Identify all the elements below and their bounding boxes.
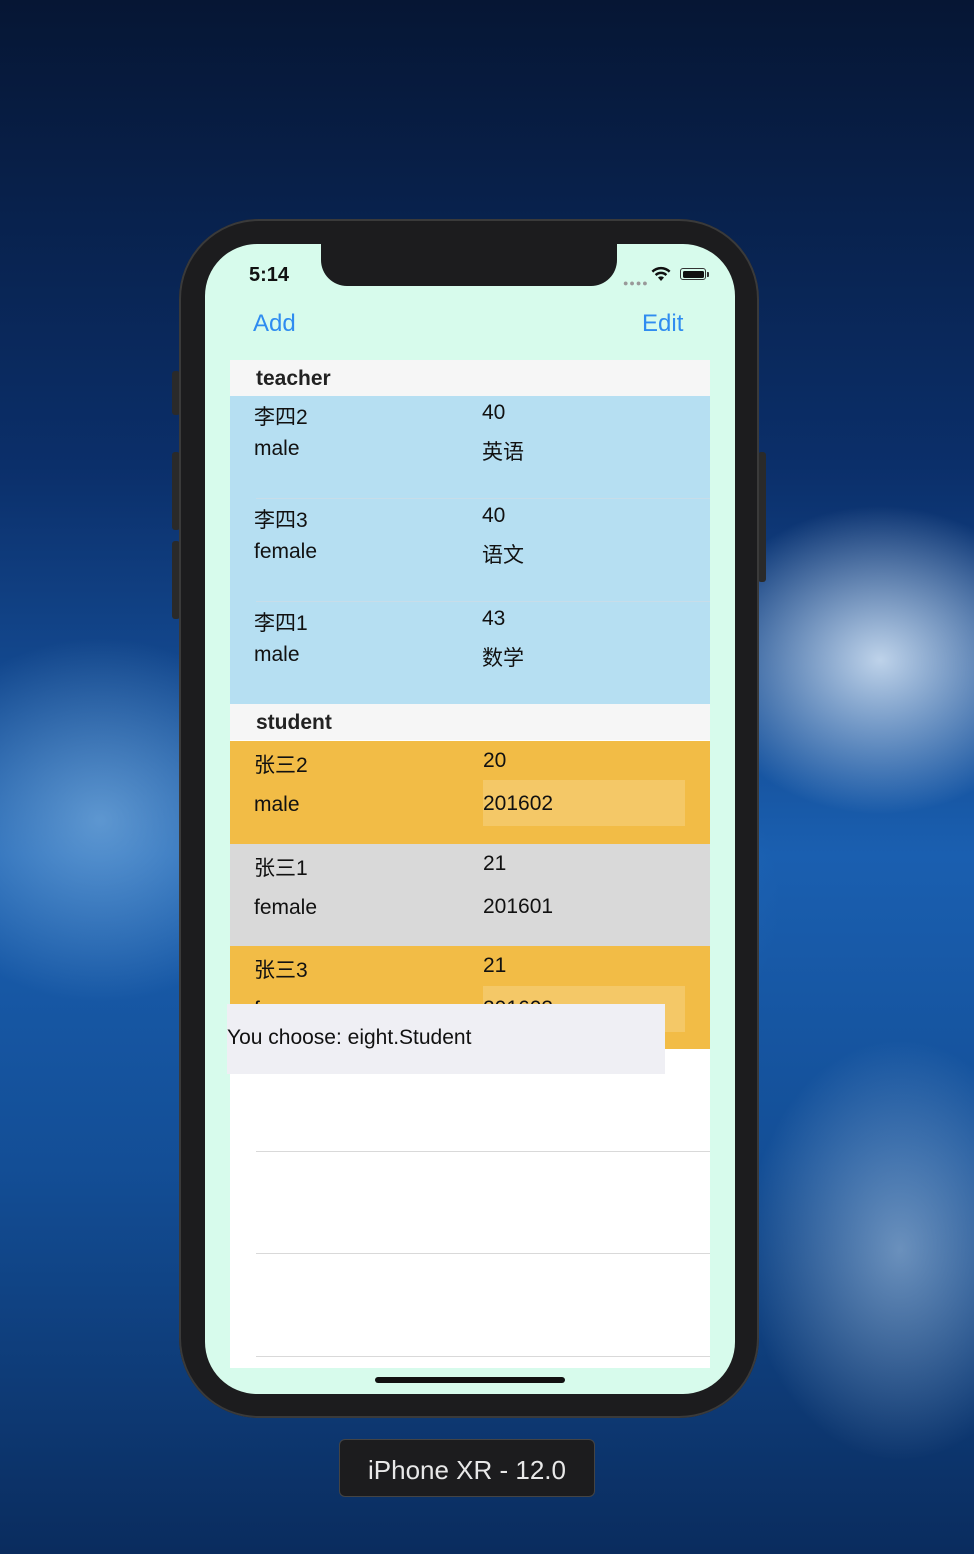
name-label: 李四1 [254,612,308,635]
section-title: teacher [256,367,331,390]
age-label: 43 [482,607,506,630]
name-label: 张三1 [254,857,308,880]
table-row[interactable]: 张三2 20 male 201602 [230,741,710,844]
gender-label: female [254,540,318,563]
age-label: 40 [482,401,506,424]
name-label: 李四3 [254,509,308,532]
section-title: student [256,711,332,734]
app-screen: 5:14 ●●●● Add Edit teacher 李四2 40 male 英… [205,244,735,1394]
table-view[interactable]: teacher 李四2 40 male 英语 李四3 40 female 语文 … [230,360,710,1368]
name-label: 李四2 [254,406,308,429]
name-label: 张三3 [254,959,308,982]
gender-label: male [254,437,300,460]
subject-label: 语文 [482,544,524,567]
table-row[interactable]: 李四1 43 male 数学 [230,602,710,705]
subject-label: 英语 [482,441,524,464]
section-header-student: student [230,704,710,740]
edit-button[interactable]: Edit [642,310,683,338]
battery-cap [707,272,709,277]
table-row[interactable]: 李四3 40 female 语文 [230,499,710,602]
age-label: 21 [483,852,507,875]
gender-label: male [254,793,300,816]
table-row[interactable]: 张三1 21 female 201601 [230,844,710,947]
name-label: 张三2 [254,754,308,777]
student-id-label: 201601 [483,895,554,918]
wifi-icon [651,266,671,281]
battery-icon [680,268,706,280]
age-label: 20 [483,749,507,772]
cellular-signal-icon: ●●●● [623,278,649,288]
gender-label: male [254,643,300,666]
row-separator [256,1253,710,1254]
device-label-text: iPhone XR - 12.0 [367,1455,566,1485]
subject-label: 数学 [482,647,524,670]
selection-toast: You choose: eight.Student [227,1004,665,1074]
home-indicator[interactable] [375,1377,565,1383]
notch [321,244,617,286]
status-time: 5:14 [249,264,290,286]
gender-label: female [254,896,318,919]
table-row[interactable]: 李四2 40 male 英语 [230,396,710,499]
section-header-teacher: teacher [230,360,710,396]
age-label: 40 [482,504,506,527]
power-button [758,452,766,582]
student-id-label: 201602 [483,792,554,815]
device-label: iPhone XR - 12.0 [339,1439,595,1497]
add-button[interactable]: Add [253,310,296,338]
row-separator [256,1151,710,1152]
toast-message: You choose: eight.Student [227,1026,472,1049]
age-label: 21 [483,954,507,977]
row-separator [256,1356,710,1357]
